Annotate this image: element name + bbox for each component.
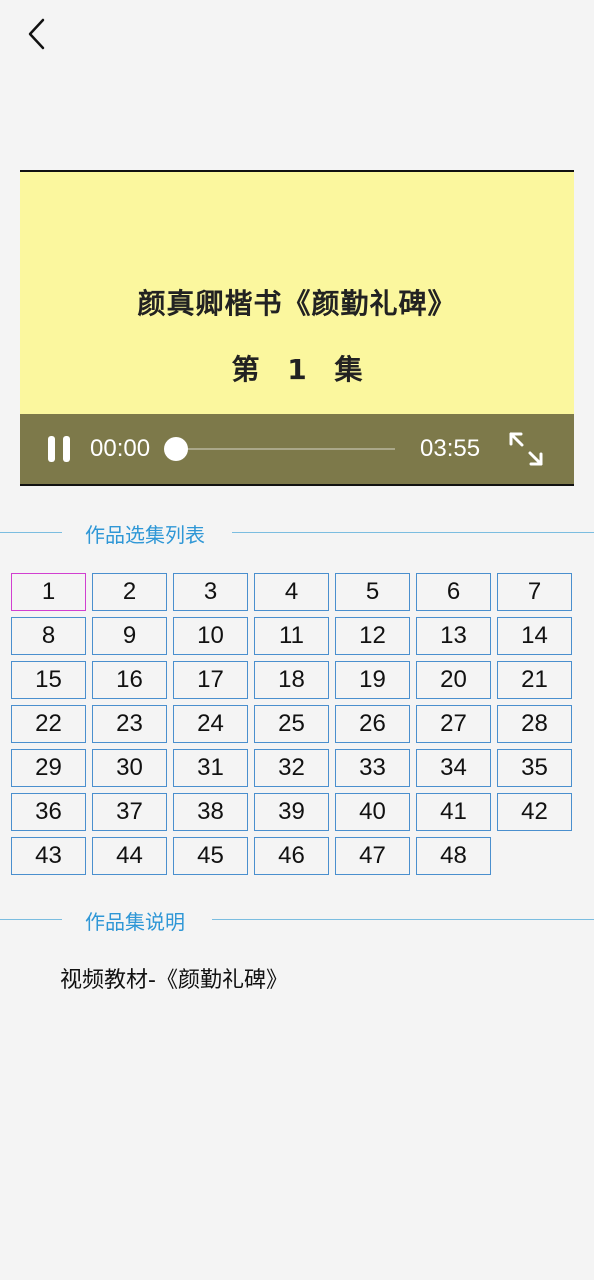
pause-button[interactable] — [44, 434, 74, 464]
fullscreen-icon — [509, 432, 543, 466]
episode-item[interactable]: 15 — [11, 661, 86, 699]
episode-item[interactable]: 4 — [254, 573, 329, 611]
episode-item[interactable]: 46 — [254, 837, 329, 875]
episode-item[interactable]: 39 — [254, 793, 329, 831]
episode-item[interactable]: 12 — [335, 617, 410, 655]
episode-item[interactable]: 7 — [497, 573, 572, 611]
seek-bar[interactable] — [175, 448, 395, 450]
episode-item[interactable]: 19 — [335, 661, 410, 699]
episode-item[interactable]: 9 — [92, 617, 167, 655]
episode-item[interactable]: 17 — [173, 661, 248, 699]
episode-item[interactable]: 25 — [254, 705, 329, 743]
seek-thumb[interactable] — [164, 437, 188, 461]
episode-item[interactable]: 5 — [335, 573, 410, 611]
episode-item[interactable]: 18 — [254, 661, 329, 699]
episode-item[interactable]: 42 — [497, 793, 572, 831]
episode-item[interactable]: 36 — [11, 793, 86, 831]
total-time: 03:55 — [420, 435, 481, 462]
episode-item[interactable]: 43 — [11, 837, 86, 875]
episode-item[interactable]: 48 — [416, 837, 491, 875]
video-controls: 00:00 03:55 — [20, 414, 574, 484]
episode-page: 颜真卿楷书《颜勤礼碑》 第 1 集 00:00 03:55 作品选集列表 1 2… — [0, 0, 594, 1280]
episode-item[interactable]: 1 — [11, 573, 86, 611]
episode-item[interactable]: 30 — [92, 749, 167, 787]
episode-item[interactable]: 38 — [173, 793, 248, 831]
episode-item[interactable]: 34 — [416, 749, 491, 787]
episode-item[interactable]: 31 — [173, 749, 248, 787]
episode-item[interactable]: 11 — [254, 617, 329, 655]
episode-item[interactable]: 16 — [92, 661, 167, 699]
episode-item[interactable]: 8 — [11, 617, 86, 655]
episode-list-title: 作品选集列表 — [85, 523, 205, 547]
current-time: 00:00 — [90, 435, 151, 462]
episode-item[interactable]: 32 — [254, 749, 329, 787]
description-title: 作品集说明 — [85, 910, 185, 934]
episode-item[interactable]: 40 — [335, 793, 410, 831]
episode-item[interactable]: 29 — [11, 749, 86, 787]
episode-item[interactable]: 2 — [92, 573, 167, 611]
description-text: 视频教材-《颜勤礼碑》 — [60, 968, 288, 993]
video-title: 颜真卿楷书《颜勤礼碑》 — [137, 287, 457, 320]
video-player[interactable]: 颜真卿楷书《颜勤礼碑》 第 1 集 00:00 03:55 — [20, 170, 574, 486]
episode-item[interactable]: 27 — [416, 705, 491, 743]
fullscreen-button[interactable] — [508, 431, 544, 467]
episode-item[interactable]: 26 — [335, 705, 410, 743]
episode-item[interactable]: 24 — [173, 705, 248, 743]
pause-icon — [48, 436, 55, 462]
episode-item[interactable]: 22 — [11, 705, 86, 743]
chevron-left-icon — [28, 18, 45, 50]
episode-item[interactable]: 3 — [173, 573, 248, 611]
episode-item[interactable]: 6 — [416, 573, 491, 611]
episode-item[interactable]: 20 — [416, 661, 491, 699]
episode-list-header: 作品选集列表 — [0, 517, 594, 547]
episode-item[interactable]: 21 — [497, 661, 572, 699]
video-episode-label: 第 1 集 — [231, 353, 363, 386]
episode-item[interactable]: 41 — [416, 793, 491, 831]
episode-item[interactable]: 35 — [497, 749, 572, 787]
episode-item[interactable]: 13 — [416, 617, 491, 655]
episode-item[interactable]: 47 — [335, 837, 410, 875]
episode-item[interactable]: 23 — [92, 705, 167, 743]
episode-item[interactable]: 45 — [173, 837, 248, 875]
episode-item[interactable]: 28 — [497, 705, 572, 743]
episode-item[interactable]: 10 — [173, 617, 248, 655]
episode-item[interactable]: 14 — [497, 617, 572, 655]
episode-item[interactable]: 33 — [335, 749, 410, 787]
back-button[interactable] — [16, 14, 56, 54]
episode-item[interactable]: 37 — [92, 793, 167, 831]
description-header: 作品集说明 — [0, 904, 594, 934]
episode-item[interactable]: 44 — [92, 837, 167, 875]
